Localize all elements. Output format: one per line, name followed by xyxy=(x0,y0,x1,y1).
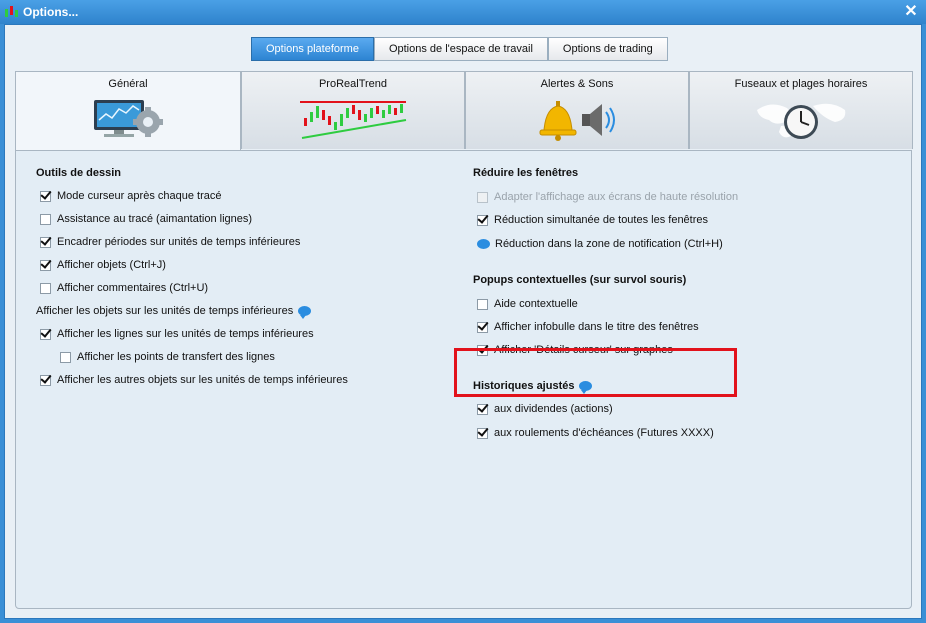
highlight-annotation xyxy=(454,348,737,397)
option-label: Mode curseur après chaque tracé xyxy=(57,190,222,202)
dialog-body: Options plateforme Options de l'espace d… xyxy=(4,24,922,619)
option-label: Aide contextuelle xyxy=(494,298,578,310)
option-label: Afficher infobulle dans le titre des fen… xyxy=(494,321,699,333)
option-label: Adapter l'affichage aux écrans de haute … xyxy=(494,191,739,203)
checkbox-infobulle-titre[interactable] xyxy=(477,321,488,333)
option-afficher-objets[interactable]: Afficher objets (Ctrl+J) xyxy=(40,257,166,273)
option-label: aux dividendes (actions) xyxy=(494,403,613,415)
option-aide-contextuelle[interactable]: Aide contextuelle xyxy=(477,296,578,312)
checkbox-afficher-lignes[interactable] xyxy=(40,328,51,340)
lower-units-title: Afficher les objets sur les unités de te… xyxy=(36,305,294,317)
tab-alertes-sons-label: Alertes & Sons xyxy=(540,78,614,90)
popups-title: Popups contextuelles (sur survol souris) xyxy=(473,274,687,286)
tab-general[interactable]: Général xyxy=(15,71,241,151)
option-label: Afficher les lignes sur les unités de te… xyxy=(57,328,314,340)
option-infobulle-titre[interactable]: Afficher infobulle dans le titre des fen… xyxy=(477,319,699,335)
option-label: Assistance au tracé (aimantation lignes) xyxy=(57,213,253,225)
option-assistance-trace[interactable]: Assistance au tracé (aimantation lignes) xyxy=(40,211,252,227)
trend-chart-icon xyxy=(300,101,407,139)
tab-general-label: Général xyxy=(108,78,148,90)
checkbox-encadrer-periodes[interactable] xyxy=(40,236,51,248)
checkbox-mode-curseur[interactable] xyxy=(40,190,51,202)
title-bar: Options... ✕ xyxy=(0,0,926,24)
option-autres-objets[interactable]: Afficher les autres objets sur les unité… xyxy=(40,372,348,388)
tab-fuseaux-plages[interactable]: Fuseaux et plages horaires xyxy=(689,71,913,149)
checkbox-afficher-commentaires[interactable] xyxy=(40,282,51,294)
option-label: Afficher objets (Ctrl+J) xyxy=(57,259,166,271)
tab-prorealtrend-label: ProRealTrend xyxy=(318,78,388,90)
option-haute-resolution: Adapter l'affichage aux écrans de haute … xyxy=(477,189,738,205)
lower-units-heading: Afficher les objets sur les unités de te… xyxy=(36,303,312,319)
close-icon: ✕ xyxy=(904,3,918,20)
tab-options-espace-travail[interactable]: Options de l'espace de travail xyxy=(373,37,548,61)
info-bubble-icon[interactable] xyxy=(298,306,312,319)
option-label: aux roulements d'échéances (Futures XXXX… xyxy=(494,427,714,439)
option-dividendes[interactable]: aux dividendes (actions) xyxy=(477,401,613,417)
tab-prorealtrend[interactable]: ProRealTrend xyxy=(241,71,465,149)
checkbox-roulements-echeances[interactable] xyxy=(477,427,488,439)
option-afficher-lignes[interactable]: Afficher les lignes sur les unités de te… xyxy=(40,326,314,342)
tab-options-plateforme[interactable]: Options plateforme xyxy=(251,37,374,61)
option-afficher-commentaires[interactable]: Afficher commentaires (Ctrl+U) xyxy=(40,280,208,296)
checkbox-autres-objets[interactable] xyxy=(40,374,51,386)
option-label: Afficher les points de transfert des lig… xyxy=(77,351,275,363)
options-window: Options... ✕ Options plateforme Options … xyxy=(0,0,926,623)
checkbox-assistance-trace[interactable] xyxy=(40,213,51,225)
bell-speaker-icon xyxy=(539,101,615,141)
tab-fuseaux-plages-label: Fuseaux et plages horaires xyxy=(734,78,868,90)
option-mode-curseur[interactable]: Mode curseur après chaque tracé xyxy=(40,188,221,204)
close-button[interactable]: ✕ xyxy=(902,3,920,21)
option-zone-notification[interactable]: Réduction dans la zone de notification (… xyxy=(477,236,723,252)
option-label: Encadrer périodes sur unités de temps in… xyxy=(57,236,301,248)
option-roulements-echeances[interactable]: aux roulements d'échéances (Futures XXXX… xyxy=(477,425,714,441)
checkbox-haute-resolution xyxy=(477,191,488,203)
drawing-tools-title: Outils de dessin xyxy=(36,167,121,179)
option-label: Réduction dans la zone de notification (… xyxy=(495,238,723,250)
top-tab-group: Options plateforme Options de l'espace d… xyxy=(251,37,668,61)
checkbox-aide-contextuelle[interactable] xyxy=(477,298,488,310)
app-icon xyxy=(5,6,18,17)
option-label: Afficher les autres objets sur les unité… xyxy=(57,374,348,386)
tab-options-trading[interactable]: Options de trading xyxy=(547,37,668,61)
option-label: Réduction simultanée de toutes les fenêt… xyxy=(494,214,709,226)
checkbox-points-transfert[interactable] xyxy=(60,351,71,363)
window-title: Options... xyxy=(23,5,79,19)
option-label: Afficher commentaires (Ctrl+U) xyxy=(57,282,209,294)
tab-alertes-sons[interactable]: Alertes & Sons xyxy=(465,71,689,149)
reduce-windows-title: Réduire les fenêtres xyxy=(473,167,579,179)
category-tabs: Général ProRealTrend Alertes & Sons Fuse… xyxy=(15,71,913,151)
checkbox-reduction-simultanee[interactable] xyxy=(477,214,488,226)
info-bubble-icon[interactable] xyxy=(477,239,490,249)
checkbox-dividendes[interactable] xyxy=(477,403,488,415)
option-points-transfert[interactable]: Afficher les points de transfert des lig… xyxy=(60,349,275,365)
world-clock-icon xyxy=(757,103,846,139)
monitor-gear-icon xyxy=(94,100,163,137)
checkbox-afficher-objets[interactable] xyxy=(40,259,51,271)
option-encadrer-periodes[interactable]: Encadrer périodes sur unités de temps in… xyxy=(40,234,300,250)
option-reduction-simultanee[interactable]: Réduction simultanée de toutes les fenêt… xyxy=(477,212,708,228)
